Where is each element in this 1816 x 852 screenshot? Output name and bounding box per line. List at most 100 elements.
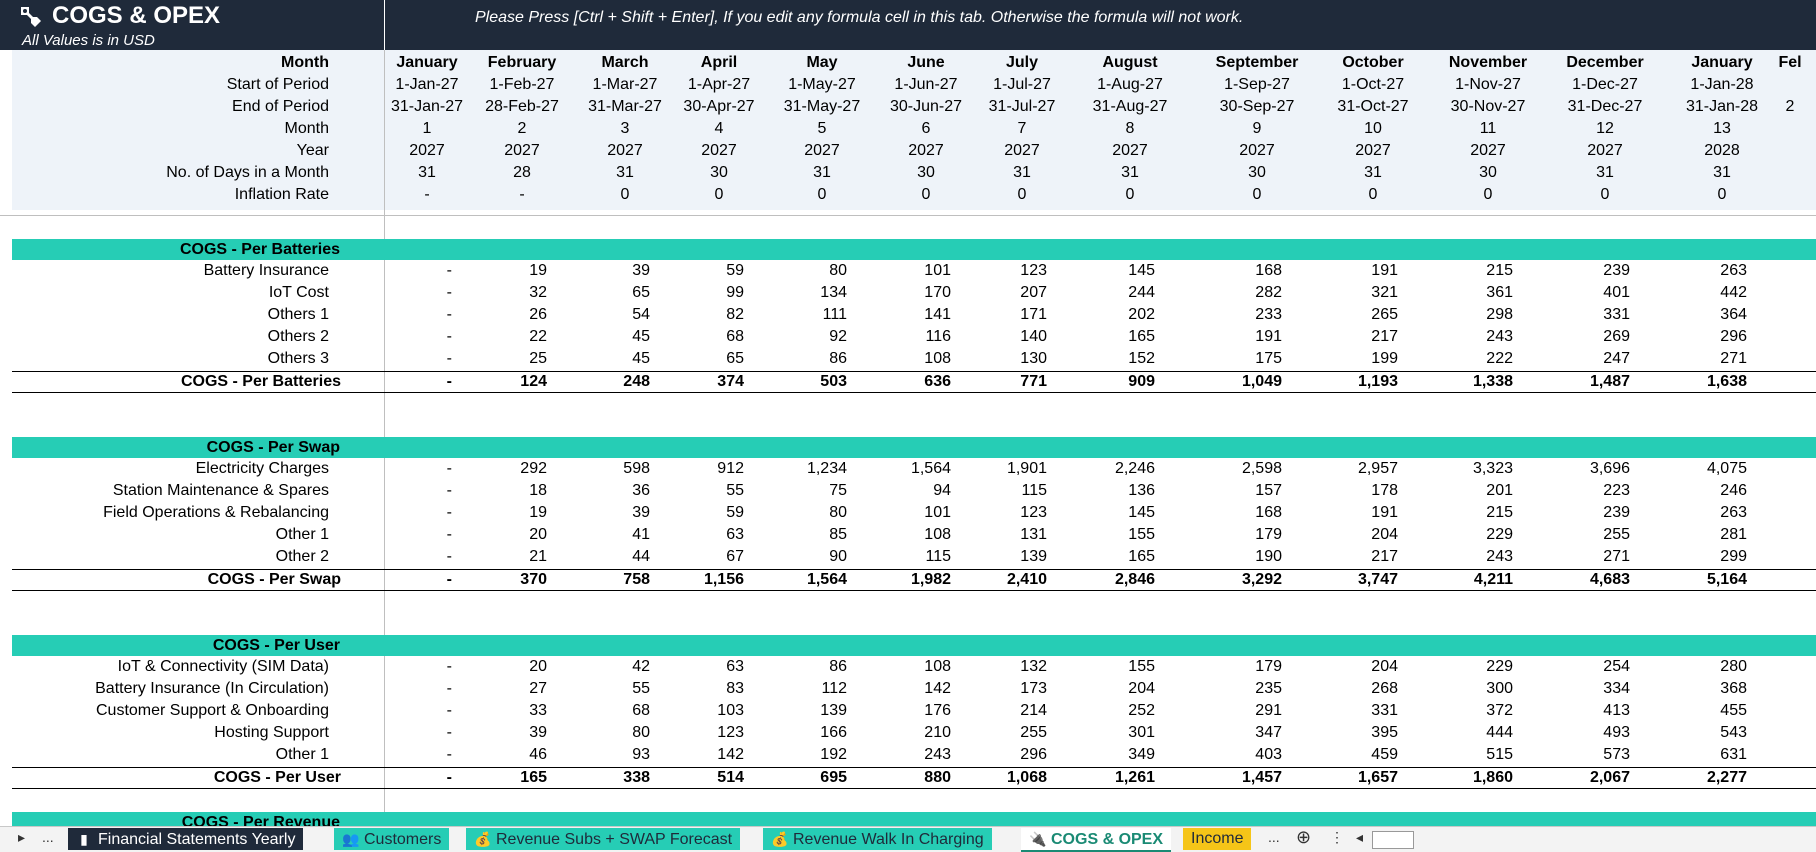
cell[interactable]: - bbox=[342, 458, 452, 480]
cell[interactable]: 68 bbox=[634, 326, 744, 348]
cell[interactable]: 229 bbox=[1403, 524, 1513, 546]
cell[interactable]: 83 bbox=[634, 678, 744, 700]
cell[interactable]: 334 bbox=[1520, 678, 1630, 700]
cell[interactable]: 280 bbox=[1637, 656, 1747, 678]
cell[interactable]: 0 bbox=[871, 184, 981, 206]
cell[interactable]: 2,957 bbox=[1288, 458, 1398, 480]
cell[interactable]: 145 bbox=[1045, 502, 1155, 524]
cell[interactable]: 1-Jan-27 bbox=[372, 74, 482, 96]
cell[interactable]: 13 bbox=[1667, 118, 1777, 140]
cell[interactable]: 263 bbox=[1637, 502, 1747, 524]
cell[interactable]: 123 bbox=[937, 502, 1047, 524]
cell[interactable]: 142 bbox=[634, 744, 744, 766]
cell[interactable]: 292 bbox=[437, 458, 547, 480]
cell[interactable]: 63 bbox=[634, 524, 744, 546]
cell[interactable]: 503 bbox=[737, 372, 847, 392]
cell[interactable]: 2 bbox=[1735, 96, 1816, 118]
cell[interactable]: 233 bbox=[1172, 304, 1282, 326]
cell[interactable]: 202 bbox=[1045, 304, 1155, 326]
cell[interactable]: 515 bbox=[1403, 744, 1513, 766]
cell[interactable]: - bbox=[342, 546, 452, 568]
tab-cogs-opex[interactable]: 🔌 COGS & OPEX bbox=[1021, 828, 1172, 852]
cell[interactable]: 85 bbox=[737, 524, 847, 546]
cell[interactable]: 31-May-27 bbox=[767, 96, 877, 118]
cell[interactable]: 3,323 bbox=[1403, 458, 1513, 480]
cell[interactable]: 190 bbox=[1172, 546, 1282, 568]
cell[interactable]: 33 bbox=[437, 700, 547, 722]
cell[interactable]: 108 bbox=[841, 348, 951, 370]
cell[interactable]: 5,164 bbox=[1637, 570, 1747, 590]
cell[interactable]: 2027 bbox=[1433, 140, 1543, 162]
cell[interactable]: 2028 bbox=[1667, 140, 1777, 162]
cell[interactable]: 21 bbox=[437, 546, 547, 568]
cell[interactable]: 0 bbox=[967, 184, 1077, 206]
cell[interactable]: 6 bbox=[871, 118, 981, 140]
cell[interactable]: 111 bbox=[737, 304, 847, 326]
cell[interactable]: 2027 bbox=[1202, 140, 1312, 162]
cell[interactable]: 204 bbox=[1288, 524, 1398, 546]
cell[interactable]: 300 bbox=[1403, 678, 1513, 700]
cell[interactable]: 155 bbox=[1045, 524, 1155, 546]
cell[interactable]: 31-Jul-27 bbox=[967, 96, 1077, 118]
cell[interactable]: December bbox=[1550, 52, 1660, 74]
cell[interactable]: 7 bbox=[967, 118, 1077, 140]
cell[interactable]: 30-Apr-27 bbox=[664, 96, 774, 118]
cell[interactable]: 132 bbox=[937, 656, 1047, 678]
cell[interactable]: 175 bbox=[1172, 348, 1282, 370]
cell[interactable]: 243 bbox=[1403, 326, 1513, 348]
cell[interactable]: May bbox=[767, 52, 877, 74]
cell[interactable]: 165 bbox=[1045, 546, 1155, 568]
cell[interactable]: - bbox=[342, 700, 452, 722]
cell[interactable]: 123 bbox=[937, 260, 1047, 282]
cell[interactable]: 65 bbox=[634, 348, 744, 370]
cell[interactable]: 90 bbox=[737, 546, 847, 568]
cell[interactable]: 168 bbox=[1172, 502, 1282, 524]
cell[interactable]: 166 bbox=[737, 722, 847, 744]
cell[interactable]: 2,246 bbox=[1045, 458, 1155, 480]
cell[interactable]: 296 bbox=[937, 744, 1047, 766]
cell[interactable]: 31-Aug-27 bbox=[1075, 96, 1185, 118]
cell[interactable]: 178 bbox=[1288, 480, 1398, 502]
cell[interactable]: 4,211 bbox=[1403, 570, 1513, 590]
cell[interactable]: 86 bbox=[737, 348, 847, 370]
cell[interactable]: 142 bbox=[841, 678, 951, 700]
horizontal-scrollbar[interactable] bbox=[1372, 831, 1414, 849]
scroll-left-icon[interactable]: ◂ bbox=[1356, 829, 1363, 846]
cell[interactable]: 291 bbox=[1172, 700, 1282, 722]
cell[interactable]: 1,657 bbox=[1288, 768, 1398, 788]
cell[interactable]: 136 bbox=[1045, 480, 1155, 502]
cell[interactable]: 207 bbox=[937, 282, 1047, 304]
cell[interactable]: 75 bbox=[737, 480, 847, 502]
cell[interactable]: 123 bbox=[634, 722, 744, 744]
cell[interactable]: 2,277 bbox=[1637, 768, 1747, 788]
cell[interactable]: 30-Jun-27 bbox=[871, 96, 981, 118]
cell[interactable]: 2027 bbox=[967, 140, 1077, 162]
tab-revenue-subs-swap-forecast[interactable]: 💰 Revenue Subs + SWAP Forecast bbox=[466, 828, 741, 850]
cell[interactable]: 1-Sep-27 bbox=[1202, 74, 1312, 96]
cell[interactable]: 19 bbox=[437, 260, 547, 282]
cell[interactable]: 0 bbox=[1667, 184, 1777, 206]
cell[interactable]: 222 bbox=[1403, 348, 1513, 370]
cell[interactable]: - bbox=[342, 678, 452, 700]
cell[interactable]: 20 bbox=[437, 656, 547, 678]
cell[interactable]: 0 bbox=[767, 184, 877, 206]
cell[interactable]: 368 bbox=[1637, 678, 1747, 700]
cell[interactable]: 99 bbox=[634, 282, 744, 304]
cell[interactable]: - bbox=[342, 326, 452, 348]
tab-scroll-next-icon[interactable]: ▸ bbox=[18, 829, 25, 846]
cell[interactable]: 204 bbox=[1045, 678, 1155, 700]
cell[interactable]: 331 bbox=[1288, 700, 1398, 722]
options-icon[interactable]: ⋮ bbox=[1330, 829, 1344, 846]
cell[interactable]: 1-Jul-27 bbox=[967, 74, 1077, 96]
cell[interactable]: 1,638 bbox=[1637, 372, 1747, 392]
cell[interactable]: 9 bbox=[1202, 118, 1312, 140]
cell[interactable]: 139 bbox=[737, 700, 847, 722]
cell[interactable]: 115 bbox=[841, 546, 951, 568]
cell[interactable]: 214 bbox=[937, 700, 1047, 722]
cell[interactable]: 82 bbox=[634, 304, 744, 326]
cell[interactable]: 179 bbox=[1172, 656, 1282, 678]
cell[interactable]: 1-Jun-27 bbox=[871, 74, 981, 96]
cell[interactable]: 201 bbox=[1403, 480, 1513, 502]
cell[interactable]: 1-Aug-27 bbox=[1075, 74, 1185, 96]
cell[interactable]: 130 bbox=[937, 348, 1047, 370]
